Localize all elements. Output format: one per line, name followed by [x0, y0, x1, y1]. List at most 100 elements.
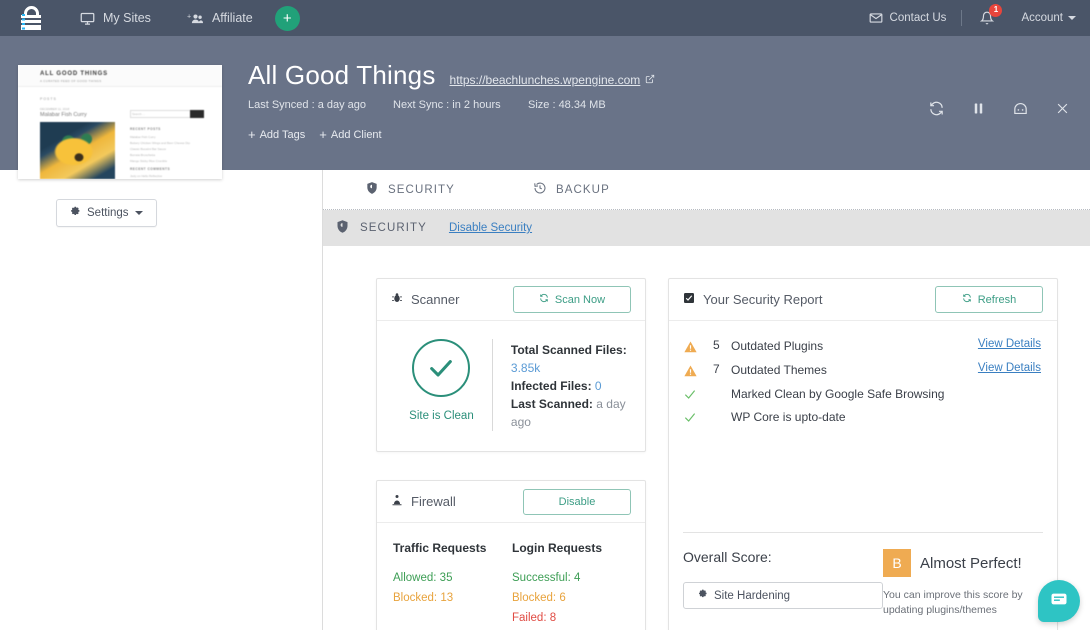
history-clock-icon [533, 181, 547, 198]
right-column: Your Security Report Refresh 5 Outdated … [668, 278, 1058, 630]
login-failed-label: Failed: [512, 612, 547, 624]
login-successful-value: 4 [574, 572, 581, 584]
security-subheader: SECURITY Disable Security [323, 210, 1090, 246]
bot-icon[interactable] [1012, 100, 1029, 117]
firewall-disable-button[interactable]: Disable [523, 488, 631, 515]
site-hardening-button[interactable]: Site Hardening [683, 582, 883, 609]
check-circle-icon [412, 339, 471, 397]
site-thumbnail-preview[interactable]: ALL GOOD THINGS A CURATED FEED OF GOOD T… [18, 65, 222, 179]
scanner-title: Scanner [411, 292, 460, 307]
preview-post-title: Malabar Fish Curry [40, 112, 87, 118]
envelope-icon [869, 11, 883, 25]
traffic-blocked-line: Blocked: 13 [393, 588, 512, 608]
preview-widget-2-title: RECENT COMMENTS [130, 167, 171, 171]
report-row-google-safe-browsing: Marked Clean by Google Safe Browsing [683, 386, 1041, 406]
site-title-row: All Good Things https://beachlunches.wpe… [248, 36, 1090, 91]
settings-dropdown-button[interactable]: Settings [56, 199, 157, 227]
external-link-icon [645, 73, 655, 87]
contact-us-link[interactable]: Contact Us [869, 11, 946, 25]
report-text: Outdated Plugins [731, 339, 824, 353]
section-tabs: SECURITY BACKUP [323, 170, 1090, 210]
account-menu[interactable]: Account [1021, 12, 1076, 24]
site-clean-label: Site is Clean [409, 410, 474, 422]
traffic-allowed-line: Allowed: 35 [393, 568, 512, 588]
sync-icon[interactable] [928, 100, 945, 117]
preview-widget-1-title: RECENT POSTS [130, 127, 161, 131]
chat-widget-button[interactable] [1038, 580, 1080, 622]
chevron-down-icon [1068, 16, 1076, 20]
top-navigation-bar: My Sites + Affiliate + Contact Us 1 Acco… [0, 0, 1090, 36]
nav-label-my-sites: My Sites [103, 11, 151, 25]
clipboard-check-icon [683, 292, 695, 307]
firewall-card: Firewall Disable Traffic Requests Allowe… [376, 480, 646, 630]
report-row-wp-core: WP Core is upto-date [683, 409, 1041, 429]
report-refresh-label: Refresh [977, 293, 1017, 306]
nav-label-affiliate: Affiliate [211, 11, 253, 25]
report-row-outdated-themes: 7 Outdated Themes View Details [683, 362, 1041, 383]
firewall-icon [391, 494, 403, 509]
traffic-requests-column: Traffic Requests Allowed: 35 Blocked: 13 [393, 541, 512, 630]
next-sync-text: Next Sync : in 2 hours [393, 99, 501, 111]
app-logo[interactable] [0, 6, 62, 31]
tab-backup[interactable]: BACKUP [533, 181, 610, 198]
refresh-icon [539, 293, 549, 306]
add-people-icon: + [187, 11, 204, 26]
gear-icon [698, 589, 708, 602]
preview-site-tagline: A CURATED FEED OF GOOD THINGS [40, 79, 102, 83]
warning-icon [683, 362, 713, 383]
site-header-actions [928, 100, 1070, 117]
scan-now-label: Scan Now [554, 293, 606, 306]
svg-text:+: + [187, 11, 191, 20]
login-blocked-label: Blocked: [512, 592, 557, 604]
score-right-group: B Almost Perfect! You can improve this s… [883, 549, 1043, 618]
traffic-allowed-label: Allowed: [393, 572, 437, 584]
top-nav-right-group: Contact Us 1 Account [869, 4, 1090, 29]
firewall-title-group: Firewall [391, 494, 456, 509]
stat-last-scanned: Last Scanned: a day ago [511, 395, 631, 431]
preview-site-logo: ALL GOOD THINGS [40, 71, 108, 77]
login-successful-line: Successful: 4 [512, 568, 631, 588]
stat-label: Last Scanned: [510, 397, 593, 411]
site-url-link[interactable]: https://beachlunches.wpengine.com [450, 73, 656, 87]
disable-security-link[interactable]: Disable Security [449, 222, 532, 234]
stat-value: 3.85k [510, 361, 541, 375]
report-view-details-link[interactable]: View Details [978, 338, 1041, 350]
firewall-title: Firewall [411, 494, 456, 509]
notifications-button[interactable]: 1 [977, 4, 1003, 29]
preview-post-date: DECEMBER 11, 2018 [40, 107, 70, 111]
traffic-blocked-label: Blocked: [393, 592, 438, 604]
scan-now-button[interactable]: Scan Now [513, 286, 631, 313]
nav-item-my-sites[interactable]: My Sites [80, 11, 151, 26]
plus-icon: + [248, 127, 256, 142]
preview-widget-1-item: Mango Sticky Rice Crumble [130, 159, 168, 163]
preview-widget-1-item: Burrata Bruschetta [130, 153, 156, 157]
add-client-button[interactable]: + Add Client [319, 128, 381, 141]
warning-icon [683, 338, 713, 359]
login-failed-line: Failed: 8 [512, 608, 631, 628]
add-tags-button[interactable]: + Add Tags [248, 128, 305, 141]
pause-icon[interactable] [971, 101, 986, 116]
stat-label: Total Scanned Files: [510, 343, 627, 357]
scanner-card-body: Site is Clean Total Scanned Files: 3.85k… [377, 321, 645, 451]
tab-security[interactable]: SECURITY [365, 181, 455, 198]
report-text: WP Core is upto-date [731, 410, 846, 424]
close-icon[interactable] [1055, 101, 1070, 116]
login-failed-value: 8 [549, 612, 557, 624]
preview-widget-2-item: Jody on Hello Reflective [130, 174, 163, 178]
nav-item-affiliate[interactable]: + Affiliate [187, 11, 253, 26]
login-blocked-value: 6 [559, 592, 566, 604]
site-screenshot: ALL GOOD THINGS A CURATED FEED OF GOOD T… [18, 65, 222, 179]
overall-score-label: Overall Score: [683, 549, 772, 565]
score-left-group: Overall Score: Site Hardening [683, 549, 883, 618]
report-refresh-button[interactable]: Refresh [935, 286, 1043, 313]
add-new-site-button[interactable]: + [274, 5, 300, 31]
last-synced-text: Last Synced : a day ago [248, 99, 367, 111]
settings-label: Settings [87, 207, 129, 219]
site-tag-actions: + Add Tags + Add Client [248, 128, 1090, 141]
report-count: 7 [713, 362, 720, 376]
report-view-details-link[interactable]: View Details [978, 362, 1041, 374]
firewall-disable-label: Disable [558, 495, 596, 508]
preview-search-button [190, 110, 204, 118]
page-title: All Good Things [248, 60, 436, 90]
traffic-blocked-value: 13 [440, 592, 454, 604]
